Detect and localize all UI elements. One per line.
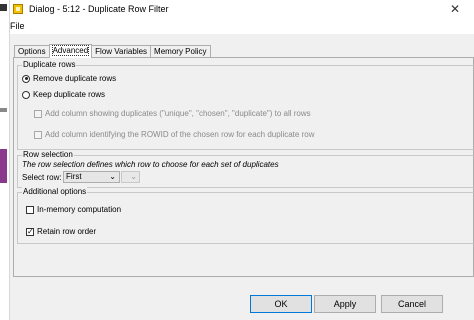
add-rowid-checkbox[interactable] [34,130,42,139]
tab-label: Options [18,47,46,56]
select-row-value: First [66,172,82,181]
row-selection-description: The row selection defines which row to c… [22,160,279,169]
remove-duplicates-option[interactable]: Remove duplicate rows [22,74,116,83]
window-title: Dialog - 5:12 - Duplicate Row Filter [29,4,169,14]
secondary-dropdown[interactable]: ⌄ [121,171,140,183]
add-column-label: Add column showing duplicates ("unique",… [45,109,311,118]
tab-advanced[interactable]: Advanced [48,44,93,58]
background-icon [0,4,7,11]
in-memory-checkbox[interactable] [26,205,34,214]
menu-bar: File [10,18,474,34]
background-node-block [0,149,7,183]
keep-duplicates-label: Keep duplicate rows [33,90,106,99]
remove-duplicates-label: Remove duplicate rows [33,74,117,83]
group-title: Row selection [22,150,74,159]
chevron-down-icon: ⌄ [130,172,137,181]
in-memory-label: In-memory computation [37,205,122,214]
add-rowid-label: Add column identifying the ROWID of the … [45,130,315,139]
retain-order-label: Retain row order [37,227,97,236]
keep-duplicates-option[interactable]: Keep duplicate rows [22,90,105,99]
background-window-strip [0,0,10,320]
select-row-label: Select row: [22,173,62,182]
app-icon [13,4,23,14]
tab-label: Memory Policy [154,47,207,56]
group-title: Duplicate rows [22,60,77,69]
group-title: Additional options [22,187,88,196]
chevron-down-icon: ⌄ [109,172,116,181]
background-icon [0,108,7,112]
tab-label: Advanced [51,45,90,56]
cancel-button[interactable]: Cancel [381,295,443,313]
select-row-dropdown[interactable]: First ⌄ [63,171,120,183]
retain-order-option[interactable]: Retain row order [26,227,97,237]
close-icon[interactable]: ✕ [450,2,460,16]
keep-duplicates-radio[interactable] [22,90,30,99]
retain-order-checkbox[interactable] [26,227,34,237]
additional-options-group: Additional options In-memory computation… [17,187,474,244]
menu-file[interactable]: File [10,21,25,31]
tab-strip: Options Advanced Flow Variables Memory P… [14,44,211,58]
duplicate-rows-group: Duplicate rows Remove duplicate rows Kee… [17,60,474,150]
add-column-checkbox[interactable] [34,109,42,118]
add-rowid-option[interactable]: Add column identifying the ROWID of the … [34,130,314,139]
in-memory-option[interactable]: In-memory computation [26,205,121,214]
row-selection-group: Row selection The row selection defines … [17,150,474,188]
apply-button[interactable]: Apply [314,295,376,313]
title-bar: Dialog - 5:12 - Duplicate Row Filter ✕ [10,0,474,18]
remove-duplicates-radio[interactable] [22,74,30,83]
tab-label: Flow Variables [95,47,148,56]
add-column-option[interactable]: Add column showing duplicates ("unique",… [34,109,311,118]
ok-button[interactable]: OK [250,295,312,313]
advanced-panel: Duplicate rows Remove duplicate rows Kee… [13,57,474,277]
